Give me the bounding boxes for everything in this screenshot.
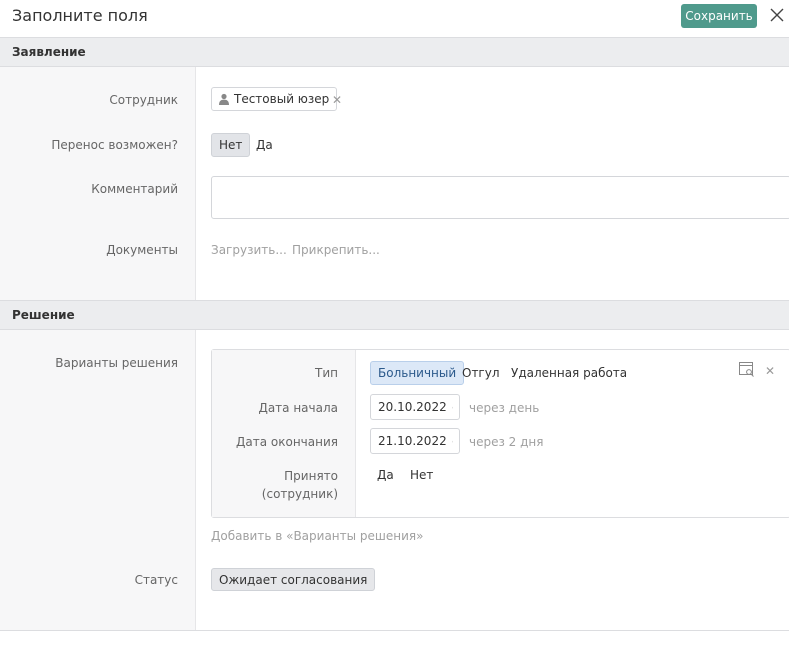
accepted-label-line2: (сотрудник) <box>261 487 338 501</box>
comment-field[interactable] <box>211 176 789 219</box>
employee-remove-icon[interactable]: ✕ <box>332 93 342 107</box>
start-date-label: Дата начала <box>258 401 338 415</box>
end-date-hint: через 2 дня <box>469 435 544 449</box>
status-label: Статус <box>134 573 178 587</box>
transfer-option-yes[interactable]: Да <box>249 133 280 157</box>
variant-type-label: Тип <box>315 366 338 380</box>
employee-label: Сотрудник <box>109 93 178 107</box>
comment-label: Комментарий <box>91 182 178 196</box>
save-button[interactable]: Сохранить <box>681 4 757 28</box>
add-variant-link[interactable]: Добавить в «Варианты решения» <box>211 529 424 543</box>
preview-icon[interactable] <box>739 362 755 381</box>
end-date-value: 21.10.2022 <box>378 434 447 448</box>
section-header-statement: Заявление <box>0 37 789 67</box>
employee-name: Тестовый юзер <box>234 92 330 106</box>
start-date-input[interactable]: 20.10.2022 <box>370 394 460 420</box>
page-title: Заполните поля <box>12 6 148 25</box>
type-option-sick-leave[interactable]: Больничный <box>370 361 465 385</box>
user-icon <box>219 93 229 105</box>
transfer-label: Перенос возможен? <box>51 138 178 152</box>
close-icon[interactable] <box>767 5 787 25</box>
calendar-icon <box>451 440 453 442</box>
upload-link[interactable]: Загрузить... <box>211 243 287 257</box>
end-date-input[interactable]: 21.10.2022 <box>370 428 460 454</box>
section-title-decision: Решение <box>12 308 75 322</box>
attach-link[interactable]: Прикрепить... <box>292 243 380 257</box>
employee-chip[interactable]: Тестовый юзер <box>211 87 338 111</box>
section-header-decision: Решение <box>0 300 789 330</box>
bottom-divider <box>0 630 789 631</box>
end-date-label: Дата окончания <box>236 435 338 449</box>
start-date-value: 20.10.2022 <box>378 400 447 414</box>
accepted-option-yes[interactable]: Да <box>370 463 401 487</box>
transfer-option-no[interactable]: Нет <box>211 133 251 157</box>
section-title-statement: Заявление <box>12 45 86 59</box>
accepted-option-no[interactable]: Нет <box>403 463 440 487</box>
type-option-remote-work[interactable]: Удаленная работа <box>504 361 634 385</box>
start-date-hint: через день <box>469 401 540 415</box>
variant-remove-icon[interactable]: ✕ <box>765 364 775 378</box>
documents-label: Документы <box>106 243 178 257</box>
variants-label: Варианты решения <box>55 356 178 370</box>
calendar-icon <box>451 406 453 408</box>
status-button[interactable]: Ожидает согласования <box>211 568 376 591</box>
type-option-day-off[interactable]: Отгул <box>455 361 507 385</box>
accepted-label-line1: Принято <box>284 469 338 483</box>
